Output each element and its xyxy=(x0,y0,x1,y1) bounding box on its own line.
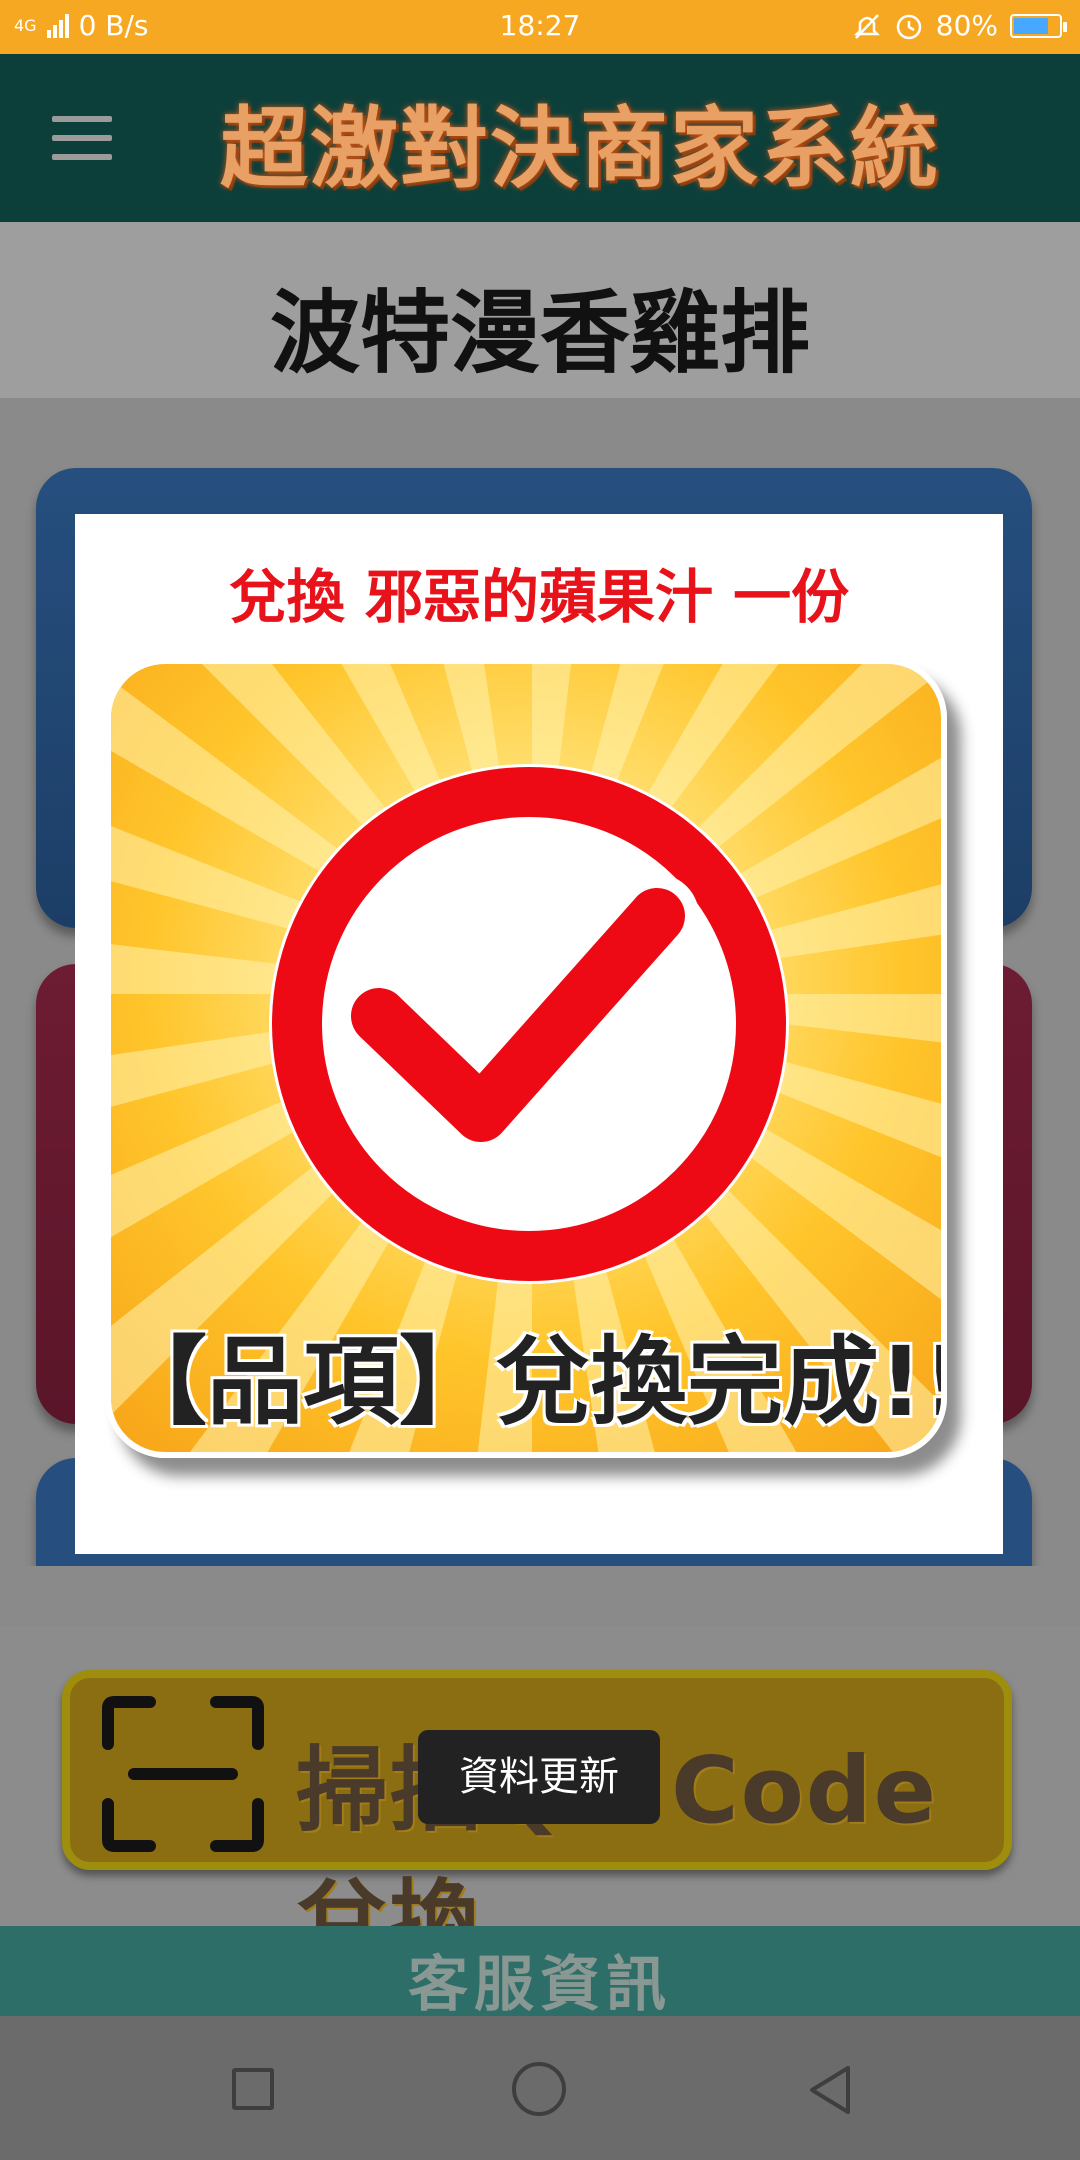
check-circle-icon xyxy=(269,764,789,1284)
home-icon[interactable] xyxy=(512,2062,566,2116)
mute-icon xyxy=(853,13,880,39)
status-bar: 4G 0 B/s 18:27 80% xyxy=(0,0,1080,54)
system-nav-bar xyxy=(0,2016,1080,2160)
redeem-success-dialog[interactable]: 兌換 邪惡的蘋果汁 一份 【品項】兌換完成!! xyxy=(75,514,1003,1554)
dialog-title: 兌換 邪惡的蘋果汁 一份 xyxy=(228,563,850,631)
customer-service-label: 客服資訊 xyxy=(408,1950,672,2020)
battery-percent: 80% xyxy=(935,9,998,42)
hamburger-menu-icon[interactable] xyxy=(52,116,112,160)
qr-scan-icon xyxy=(102,1696,264,1852)
back-icon[interactable] xyxy=(804,2062,856,2118)
app-title: 超激對決商家系統 xyxy=(220,97,941,200)
success-image: 【品項】兌換完成!! xyxy=(105,658,947,1458)
status-right: 80% xyxy=(852,9,1067,42)
alarm-icon xyxy=(896,14,922,39)
customer-service-button[interactable]: 客服資訊 xyxy=(0,1926,1080,2020)
app-header: 超激對決商家系統 xyxy=(0,54,1080,222)
recent-apps-icon[interactable] xyxy=(232,2068,274,2110)
store-header: 波特漫香雞排 xyxy=(0,222,1080,400)
success-text: 【品項】兌換完成!! xyxy=(111,1326,947,1438)
battery-icon xyxy=(1010,13,1067,38)
store-name: 波特漫香雞排 xyxy=(270,281,810,386)
toast-message: 資料更新 xyxy=(418,1730,660,1824)
